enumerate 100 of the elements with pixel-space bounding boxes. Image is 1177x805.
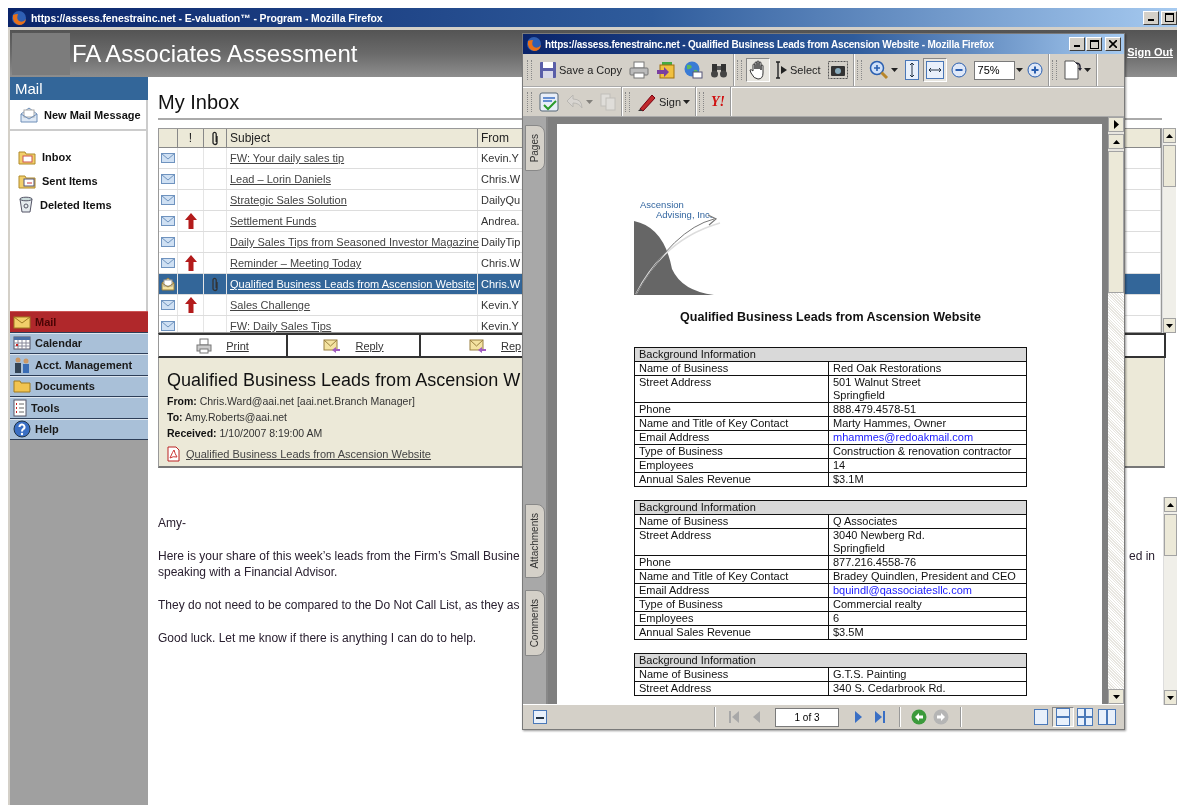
previous-page-icon (751, 710, 761, 724)
folder-item[interactable]: Deleted Items (10, 195, 146, 214)
sidebar-item[interactable]: Calendar (10, 332, 148, 354)
table-cell: Phone (634, 555, 829, 570)
view-mode-button[interactable] (1052, 707, 1074, 727)
side-tab[interactable]: Attachments (524, 504, 545, 578)
minimize-icon (1148, 18, 1154, 21)
table-cell: Street Address (634, 375, 829, 403)
help-icon (13, 420, 31, 439)
checklist-icon (13, 398, 27, 417)
page-title: My Inbox (158, 90, 240, 114)
action-link[interactable]: Rep (501, 339, 522, 352)
body-text: They do not need to be compared to the Do Not Call List, as they as (158, 597, 520, 613)
caret-icon (586, 99, 593, 104)
minimize-icon (1074, 45, 1080, 47)
folder-icon (18, 172, 36, 189)
field-label: From: (167, 395, 197, 407)
side-tab[interactable]: Pages (524, 125, 545, 172)
sender-text: Chris.W (481, 278, 521, 290)
fit-height-icon (904, 60, 919, 80)
maximize-button[interactable] (1161, 10, 1177, 25)
subject-link[interactable]: Daily Sales Tips from Seasoned Investor Magazine (230, 236, 479, 248)
sidebar-item[interactable]: Documents (10, 375, 148, 397)
caret-icon (890, 68, 898, 72)
subject-link[interactable]: Sales Challenge (230, 299, 311, 311)
field-value: 1/10/2007 8:19:00 AM (219, 427, 323, 439)
table-cell: Annual Sales Revenue (634, 625, 829, 640)
close-button[interactable] (1105, 37, 1121, 51)
logo-text: Advising, Inc. (656, 209, 713, 220)
table-header: Background Information (634, 500, 1027, 515)
subject-link[interactable]: FW: Daily Sales Tips (230, 320, 332, 332)
reply-envelope-icon (469, 336, 487, 355)
scrollbar[interactable] (1162, 128, 1176, 333)
table-cell: Red Oak Restorations (828, 361, 1027, 376)
envelope-icon (161, 237, 175, 247)
browser-icon (526, 36, 542, 52)
pdf-file-icon (167, 446, 180, 462)
maximize-icon (1164, 13, 1174, 22)
new-message-link[interactable]: New Mail Message (10, 100, 146, 131)
toolbar-button[interactable] (746, 58, 770, 82)
body-text: ed in (1128, 548, 1155, 565)
view-mode-button[interactable] (1096, 707, 1118, 727)
toolbar-button[interactable]: Y! (708, 89, 729, 114)
envelope-icon (161, 216, 175, 226)
folder-item[interactable]: Inbox (10, 147, 146, 166)
camera-icon (827, 61, 848, 79)
table-cell: Commercial realty (828, 597, 1027, 612)
subject-link[interactable]: Reminder – Meeting Today (230, 257, 362, 269)
zoom-field[interactable]: 75% (973, 60, 1015, 80)
window-title: https://assess.fenestrainc.net - E-valuation™ - Program - Mozilla Firefox (31, 11, 383, 24)
subject-link[interactable]: Strategic Sales Solution (230, 194, 347, 206)
open-envelope-icon (161, 277, 175, 291)
envelope-icon (20, 106, 38, 123)
minimize-button[interactable] (1143, 10, 1159, 25)
side-tab[interactable]: Comments (524, 589, 545, 657)
folder-item[interactable]: Sent Items (10, 171, 146, 190)
page-number-field[interactable]: 1 of 3 (775, 707, 839, 727)
table-header: Subject (227, 129, 478, 147)
toolbar-button[interactable]: Save a Copy (536, 58, 625, 82)
table-cell: Employees (634, 611, 829, 626)
two-page-icon (1098, 709, 1116, 725)
scroll-thumb[interactable] (1163, 145, 1176, 187)
subject-link[interactable]: FW: Your daily sales tip (230, 152, 345, 164)
window-title: https://assess.fenestrainc.net - Qualified Business Leads from Ascension Website - Mozilla Firefox (545, 38, 994, 50)
subject-link[interactable]: Qualified Business Leads from Ascension Website (230, 278, 475, 290)
fit-width-icon (925, 61, 944, 79)
sender-text: DailyQu (481, 194, 521, 206)
sidebar-item[interactable]: Tools (10, 397, 148, 419)
reply-envelope-icon (323, 336, 342, 355)
table-cell: 6 (828, 611, 1027, 626)
sidebar-item[interactable]: Acct. Management (10, 354, 148, 376)
view-mode-button[interactable] (1074, 707, 1096, 727)
sign-out-link[interactable]: Sign Out (1127, 46, 1173, 58)
people-icon (13, 355, 31, 374)
page-arrow-button[interactable] (1108, 117, 1124, 132)
sender-text: DailyTip (481, 236, 521, 248)
spellcheck-icon (539, 91, 559, 112)
subject-link[interactable]: Lead – Lorin Daniels (230, 173, 331, 185)
sidebar-header: Mail (10, 77, 148, 100)
attachment-link[interactable]: Qualified Business Leads from Ascension Website (186, 448, 431, 460)
message-title: Qualified Business Leads from Ascension W (167, 369, 521, 392)
globe-envelope-icon (683, 61, 703, 79)
scroll-thumb[interactable] (1164, 514, 1177, 556)
table-header: Background Information (634, 347, 1027, 362)
minimize-button[interactable] (1069, 37, 1085, 51)
scrollbar[interactable] (1108, 134, 1124, 704)
scroll-thumb[interactable] (1108, 151, 1124, 293)
table-cell: Employees (634, 458, 829, 473)
action-link[interactable]: Print (226, 339, 249, 352)
toolbar-button[interactable]: Sign (634, 89, 694, 114)
action-link[interactable]: Reply (355, 339, 384, 352)
table-cell: 3040 Newberg Rd. Springfield (828, 528, 1027, 556)
maximize-button[interactable] (1086, 37, 1102, 51)
scrollbar[interactable] (1163, 497, 1177, 705)
table-cell: Annual Sales Revenue (634, 472, 829, 487)
subject-link[interactable]: Settlement Funds (230, 215, 317, 227)
sidebar-item[interactable]: Help (10, 418, 148, 440)
toolbar-button[interactable]: Select (771, 58, 824, 82)
scroll-up-icon (1112, 139, 1120, 144)
envelope-icon (161, 258, 175, 268)
